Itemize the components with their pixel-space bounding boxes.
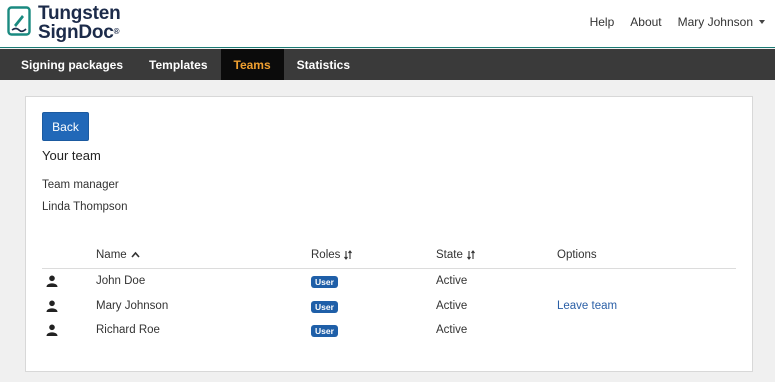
user-menu[interactable]: Mary Johnson <box>678 15 765 29</box>
signdoc-logo-icon <box>7 6 31 36</box>
back-button[interactable]: Back <box>42 112 89 141</box>
sort-ascending-icon <box>131 251 140 258</box>
column-header-options: Options <box>557 249 597 261</box>
member-state: Active <box>436 324 468 336</box>
member-name: John Doe <box>96 275 146 287</box>
tab-templates[interactable]: Templates <box>136 49 220 80</box>
column-header-roles-label: Roles <box>311 249 341 261</box>
role-badge-label: User <box>311 300 338 313</box>
table-row: John Doe User Active <box>42 269 736 294</box>
user-icon <box>46 275 58 287</box>
team-panel: Back Your team Team manager Linda Thomps… <box>25 96 753 372</box>
logo-line2: SignDoc <box>38 22 114 43</box>
role-badge: User <box>311 276 338 288</box>
section-title: Your team <box>42 148 101 163</box>
team-manager-name: Linda Thompson <box>42 201 128 213</box>
leave-team-link[interactable]: Leave team <box>557 300 617 312</box>
column-header-name-label: Name <box>96 249 127 261</box>
tab-statistics[interactable]: Statistics <box>284 49 363 80</box>
table-row: Richard Roe User Active <box>42 318 736 343</box>
table-header: Name Roles State Options <box>42 249 736 269</box>
tungsten-signdoc-logo[interactable]: Tungsten SignDoc® <box>7 3 121 43</box>
column-header-state[interactable]: State <box>436 249 475 261</box>
user-menu-label: Mary Johnson <box>677 15 753 29</box>
top-header: Tungsten SignDoc® Help About Mary Johnso… <box>0 0 775 48</box>
sort-icon <box>466 250 475 260</box>
caret-down-icon <box>759 19 765 24</box>
table-row: Mary Johnson User Active Leave team <box>42 294 736 319</box>
members-table: Name Roles State Options John Doe User A… <box>42 249 736 343</box>
registered-mark: ® <box>113 27 120 36</box>
user-icon <box>46 324 58 336</box>
logo-wordmark: Tungsten SignDoc® <box>38 3 121 43</box>
role-badge: User <box>311 300 338 313</box>
member-name: Mary Johnson <box>96 299 169 312</box>
help-link[interactable]: Help <box>590 15 615 29</box>
column-header-state-label: State <box>436 249 463 261</box>
role-badge-label: User <box>311 276 338 288</box>
tab-signing-packages[interactable]: Signing packages <box>8 49 136 80</box>
top-navigation: Help About Mary Johnson <box>574 15 765 29</box>
user-icon <box>46 300 58 312</box>
column-header-name[interactable]: Name <box>96 249 140 261</box>
column-header-roles[interactable]: Roles <box>311 249 353 261</box>
role-badge-label: User <box>311 325 338 337</box>
member-state: Active <box>436 299 468 312</box>
member-state: Active <box>436 275 468 287</box>
member-name: Richard Roe <box>96 324 160 336</box>
main-tab-bar: Signing packages Templates Teams Statist… <box>0 49 775 80</box>
tab-teams[interactable]: Teams <box>220 49 284 80</box>
logo-line1: Tungsten <box>38 3 121 24</box>
about-link[interactable]: About <box>630 15 661 29</box>
role-badge: User <box>311 325 338 337</box>
team-manager-label: Team manager <box>42 179 119 191</box>
sort-icon <box>344 250 353 260</box>
